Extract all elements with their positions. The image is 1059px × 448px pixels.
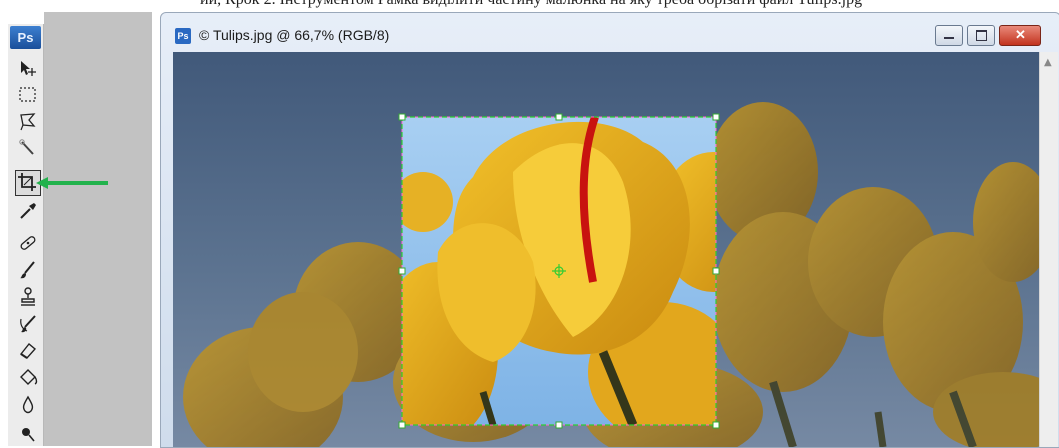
move-tool[interactable] <box>17 58 39 80</box>
paint-bucket-tool[interactable] <box>17 367 39 389</box>
eyedropper-icon <box>20 203 36 219</box>
eraser-icon <box>19 343 37 359</box>
maximize-icon <box>976 30 987 41</box>
close-button[interactable]: ✕ <box>999 25 1041 46</box>
document-title: © Tulips.jpg @ 66,7% (RGB/8) <box>199 27 390 43</box>
page-caption: ии, Крок 2. Інструментом Рамка виділити … <box>200 0 862 9</box>
minimize-icon <box>944 37 954 39</box>
annotation-arrow-icon <box>36 177 108 189</box>
eraser-tool[interactable] <box>17 340 39 362</box>
bucket-icon <box>20 369 38 385</box>
magic-wand-icon <box>19 139 34 155</box>
close-icon: ✕ <box>1015 27 1026 42</box>
history-brush-tool[interactable] <box>17 313 39 335</box>
history-brush-icon <box>20 315 36 333</box>
blur-tool[interactable] <box>17 394 39 416</box>
bandage-icon <box>20 236 36 250</box>
scroll-up-icon[interactable]: ▲ <box>1044 57 1052 68</box>
lasso-tool[interactable] <box>17 110 39 132</box>
dodge-icon <box>22 428 35 442</box>
photoshop-logo[interactable]: Ps <box>10 26 41 49</box>
eyedropper-tool[interactable] <box>17 200 39 222</box>
brush-tool[interactable] <box>17 259 39 281</box>
tulips-image <box>183 102 1039 447</box>
document-titlebar[interactable]: Ps © Tulips.jpg @ 66,7% (RGB/8) ✕ <box>161 13 1059 53</box>
brush-icon <box>20 261 35 279</box>
document-window: Ps © Tulips.jpg @ 66,7% (RGB/8) ✕ ▲ <box>160 12 1059 448</box>
ps-document-icon: Ps <box>175 28 191 44</box>
marquee-tool[interactable] <box>17 84 39 106</box>
dodge-tool[interactable] <box>17 422 39 444</box>
lasso-icon <box>20 113 36 131</box>
clone-stamp-tool[interactable] <box>17 286 39 308</box>
drop-icon <box>22 395 34 414</box>
minimize-button[interactable] <box>935 25 963 46</box>
vertical-scrollbar[interactable]: ▲ <box>1039 52 1058 447</box>
image-canvas[interactable] <box>173 52 1039 447</box>
quick-selection-tool[interactable] <box>17 137 39 159</box>
workspace-background <box>44 12 152 446</box>
toolbox: Ps <box>8 24 44 446</box>
healing-brush-tool[interactable] <box>17 232 39 254</box>
stamp-icon <box>21 287 35 306</box>
maximize-button[interactable] <box>967 25 995 46</box>
rect-marquee-icon <box>19 87 36 102</box>
move-icon <box>21 61 36 76</box>
